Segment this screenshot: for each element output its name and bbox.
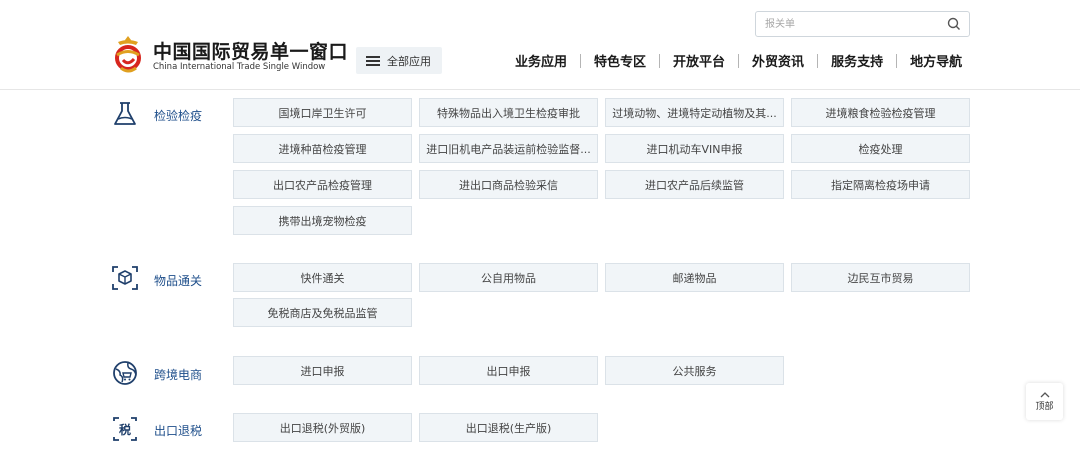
app-tile[interactable]: 检疫处理 [791,134,970,163]
app-tile[interactable]: 进口旧机电产品装运前检验监督... [419,134,598,163]
search-input[interactable] [765,16,935,32]
chevron-up-icon [1040,392,1049,398]
app-tile[interactable]: 邮递物品 [605,263,784,292]
app-tile[interactable]: 快件通关 [233,263,412,292]
app-tile[interactable]: 特殊物品出入境卫生检疫审批 [419,98,598,127]
app-tile[interactable]: 进出口商品检验采信 [419,170,598,199]
category-label-inspection: 检验检疫 [154,109,203,123]
app-tile[interactable]: 公自用物品 [419,263,598,292]
app-tile[interactable]: 携带出境宠物检疫 [233,206,412,235]
app-tile[interactable]: 免税商店及免税品监管 [233,298,412,327]
category-label-cross-border-ecommerce: 跨境电商 [154,368,203,382]
category-label-export-tax-refund: 出口退税 [154,424,203,438]
svg-text:税: 税 [119,422,131,437]
nav-divider [738,53,740,68]
search-box [755,11,970,37]
app-tile[interactable]: 出口农产品检疫管理 [233,170,412,199]
app-tile[interactable]: 出口退税(外贸版) [233,413,412,442]
app-tile[interactable]: 进口农产品后续监管 [605,170,784,199]
app-tile[interactable]: 进口申报 [233,356,412,385]
back-to-top-label: 顶部 [1035,402,1054,412]
app-tile[interactable]: 国境口岸卫生许可 [233,98,412,127]
nav-item-support[interactable]: 服务支持 [831,51,883,70]
app-tile[interactable]: 出口退税(生产版) [419,413,598,442]
ecommerce-icon [113,361,137,385]
app-tile[interactable]: 进境粮食检验检疫管理 [791,98,970,127]
menu-icon [366,55,380,66]
nav-divider [580,53,582,68]
tax-icon: 税 [113,417,137,441]
all-apps-button[interactable]: 全部应用 [356,47,442,74]
app-tile[interactable]: 进境种苗检疫管理 [233,134,412,163]
app-tile[interactable]: 指定隔离检疫场申请 [791,170,970,199]
nav-item-local[interactable]: 地方导航 [910,51,962,70]
app-tile[interactable]: 边民互市贸易 [791,263,970,292]
category-label-goods-clearance: 物品通关 [154,274,203,288]
search-icon[interactable] [947,17,961,31]
app-tile[interactable]: 进口机动车VIN申报 [605,134,784,163]
nav-item-trade-news[interactable]: 外贸资讯 [752,51,804,70]
app-tile[interactable]: 公共服务 [605,356,784,385]
logo-subtitle: China International Trade Single Window [153,62,326,72]
nav-divider [659,53,661,68]
back-to-top-button[interactable]: 顶部 [1026,383,1063,420]
nav-item-special[interactable]: 特色专区 [594,51,646,70]
nav-item-open-platform[interactable]: 开放平台 [673,51,725,70]
nav-item-business[interactable]: 业务应用 [515,51,567,70]
main-nav: 业务应用 特色专区 开放平台 外贸资讯 服务支持 地方导航 [515,51,962,70]
flask-icon [114,102,136,125]
app-tile[interactable]: 过境动物、进境特定动植物及其... [605,98,784,127]
app-tile[interactable]: 出口申报 [419,356,598,385]
all-apps-label: 全部应用 [387,54,431,68]
logo-title[interactable]: 中国国际贸易单一窗口 [153,37,348,64]
package-scan-icon [112,266,138,290]
nav-divider [817,53,819,68]
logo-emblem-icon[interactable] [112,34,144,76]
nav-divider [896,53,898,68]
site-header: 中国国际贸易单一窗口 China International Trade Sin… [0,0,1080,90]
